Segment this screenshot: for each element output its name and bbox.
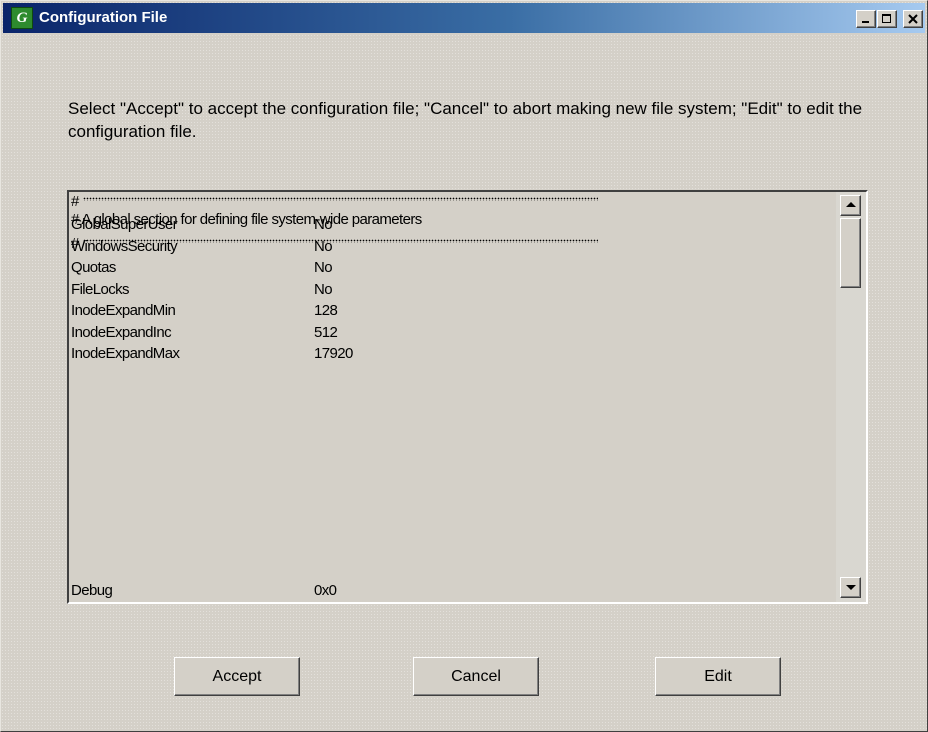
cancel-button[interactable]: Cancel xyxy=(413,657,539,696)
config-value: No xyxy=(314,216,333,233)
config-key: Quotas xyxy=(71,259,116,276)
arrow-up-icon xyxy=(846,202,856,207)
config-key: InodeExpandMin xyxy=(71,302,176,319)
config-key: GlobalSuperUser xyxy=(71,216,178,233)
config-key: InodeExpandMax xyxy=(71,345,180,362)
config-value: No xyxy=(314,259,333,276)
vertical-scrollbar[interactable] xyxy=(836,192,866,602)
config-value: No xyxy=(314,237,333,255)
arrow-down-icon xyxy=(846,585,856,590)
config-value: No xyxy=(314,280,333,298)
minimize-icon xyxy=(862,21,869,23)
comment-rule-top: # xyxy=(71,195,601,209)
window-title: Configuration File xyxy=(39,9,168,26)
comment-asterisks xyxy=(83,197,598,201)
config-key: InodeExpandInc xyxy=(71,323,172,341)
config-value: 128 xyxy=(314,302,338,319)
edit-button[interactable]: Edit xyxy=(655,657,781,696)
maximize-button[interactable] xyxy=(877,10,897,28)
comment-hash: # xyxy=(71,195,79,209)
app-icon: G xyxy=(11,7,33,29)
instruction-text: Select "Accept" to accept the configurat… xyxy=(68,99,863,141)
scroll-up-button[interactable] xyxy=(840,195,861,216)
config-file-content[interactable]: # # A global section for defining file s… xyxy=(71,192,836,602)
config-file-textbox[interactable]: # # A global section for defining file s… xyxy=(67,190,868,604)
close-button[interactable] xyxy=(903,10,923,28)
config-key: WindowsSecurity xyxy=(71,237,178,255)
config-value: 512 xyxy=(314,323,338,341)
config-value: 17920 xyxy=(314,345,353,362)
maximize-icon xyxy=(882,14,891,23)
minimize-button[interactable] xyxy=(856,10,876,28)
close-icon xyxy=(908,14,918,24)
accept-button[interactable]: Accept xyxy=(174,657,300,696)
scroll-down-button[interactable] xyxy=(840,577,861,598)
scroll-thumb[interactable] xyxy=(840,218,861,288)
config-key: Debug xyxy=(71,582,113,599)
title-bar[interactable]: G Configuration File xyxy=(3,3,925,33)
config-value: 0x0 xyxy=(314,582,337,599)
configuration-file-dialog: G Configuration File Select "Accept" to … xyxy=(0,0,928,732)
config-key: FileLocks xyxy=(71,280,130,298)
